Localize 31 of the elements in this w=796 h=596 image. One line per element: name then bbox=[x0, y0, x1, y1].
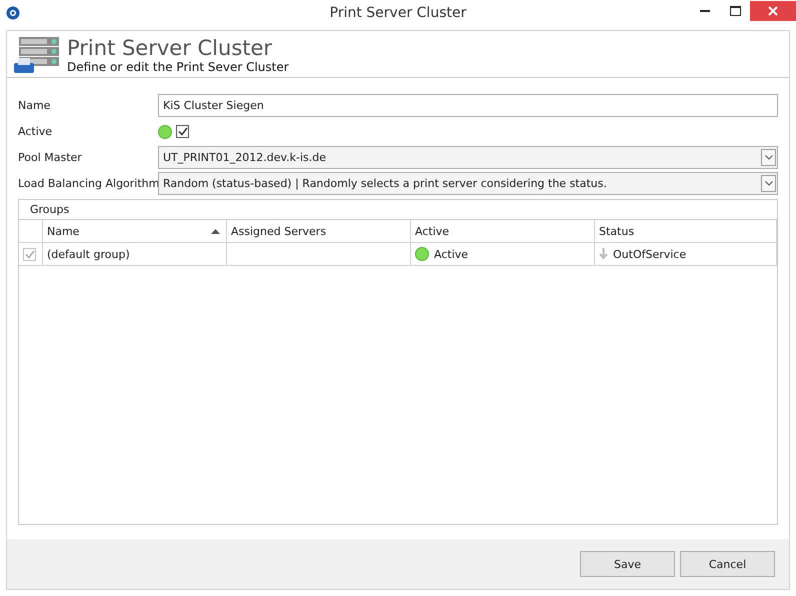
table-cell: OutOfService bbox=[613, 248, 686, 260]
field-label: Pool Master bbox=[18, 151, 83, 164]
algorithm-dropdown[interactable]: Random (status-based) | Randomly selects a print server considering the status. bbox=[158, 172, 778, 195]
minimize-icon bbox=[700, 9, 710, 12]
field-label: Name bbox=[18, 99, 52, 112]
field-label: Load Balancing Algorithm bbox=[18, 177, 158, 190]
column-header[interactable]: Status bbox=[595, 220, 777, 243]
close-icon bbox=[768, 6, 778, 16]
name-field[interactable]: KiS Cluster Siegen bbox=[158, 94, 778, 117]
maximize-icon bbox=[730, 6, 740, 16]
row-checkbox[interactable] bbox=[23, 248, 36, 260]
table-cell: Active bbox=[434, 248, 468, 260]
app-logo-icon bbox=[6, 6, 20, 20]
chevron-down-icon bbox=[764, 155, 772, 160]
column-header[interactable]: Assigned Servers bbox=[227, 220, 411, 243]
close-button[interactable] bbox=[750, 0, 796, 20]
window-title: Print Server Cluster bbox=[328, 4, 468, 20]
column-header[interactable]: Active bbox=[411, 220, 595, 243]
header-title: Print Server Cluster bbox=[67, 36, 274, 60]
server-printer-icon bbox=[13, 35, 61, 75]
header-subtitle: Define or edit the Print Sever Cluster bbox=[67, 60, 289, 74]
active-checkbox[interactable] bbox=[176, 125, 189, 138]
table-cell: (default group) bbox=[43, 243, 227, 266]
field-label: Active bbox=[18, 125, 54, 138]
panel-title: Groups bbox=[30, 203, 70, 216]
column-header[interactable]: Name bbox=[43, 220, 227, 243]
chevron-down-icon bbox=[764, 181, 772, 186]
pool-master-dropdown[interactable]: UT_PRINT01_2012.dev.k-is.de bbox=[158, 146, 778, 169]
cancel-button[interactable]: Cancel bbox=[680, 551, 775, 577]
down-arrow-icon bbox=[599, 248, 608, 260]
save-button[interactable]: Save bbox=[580, 551, 675, 577]
